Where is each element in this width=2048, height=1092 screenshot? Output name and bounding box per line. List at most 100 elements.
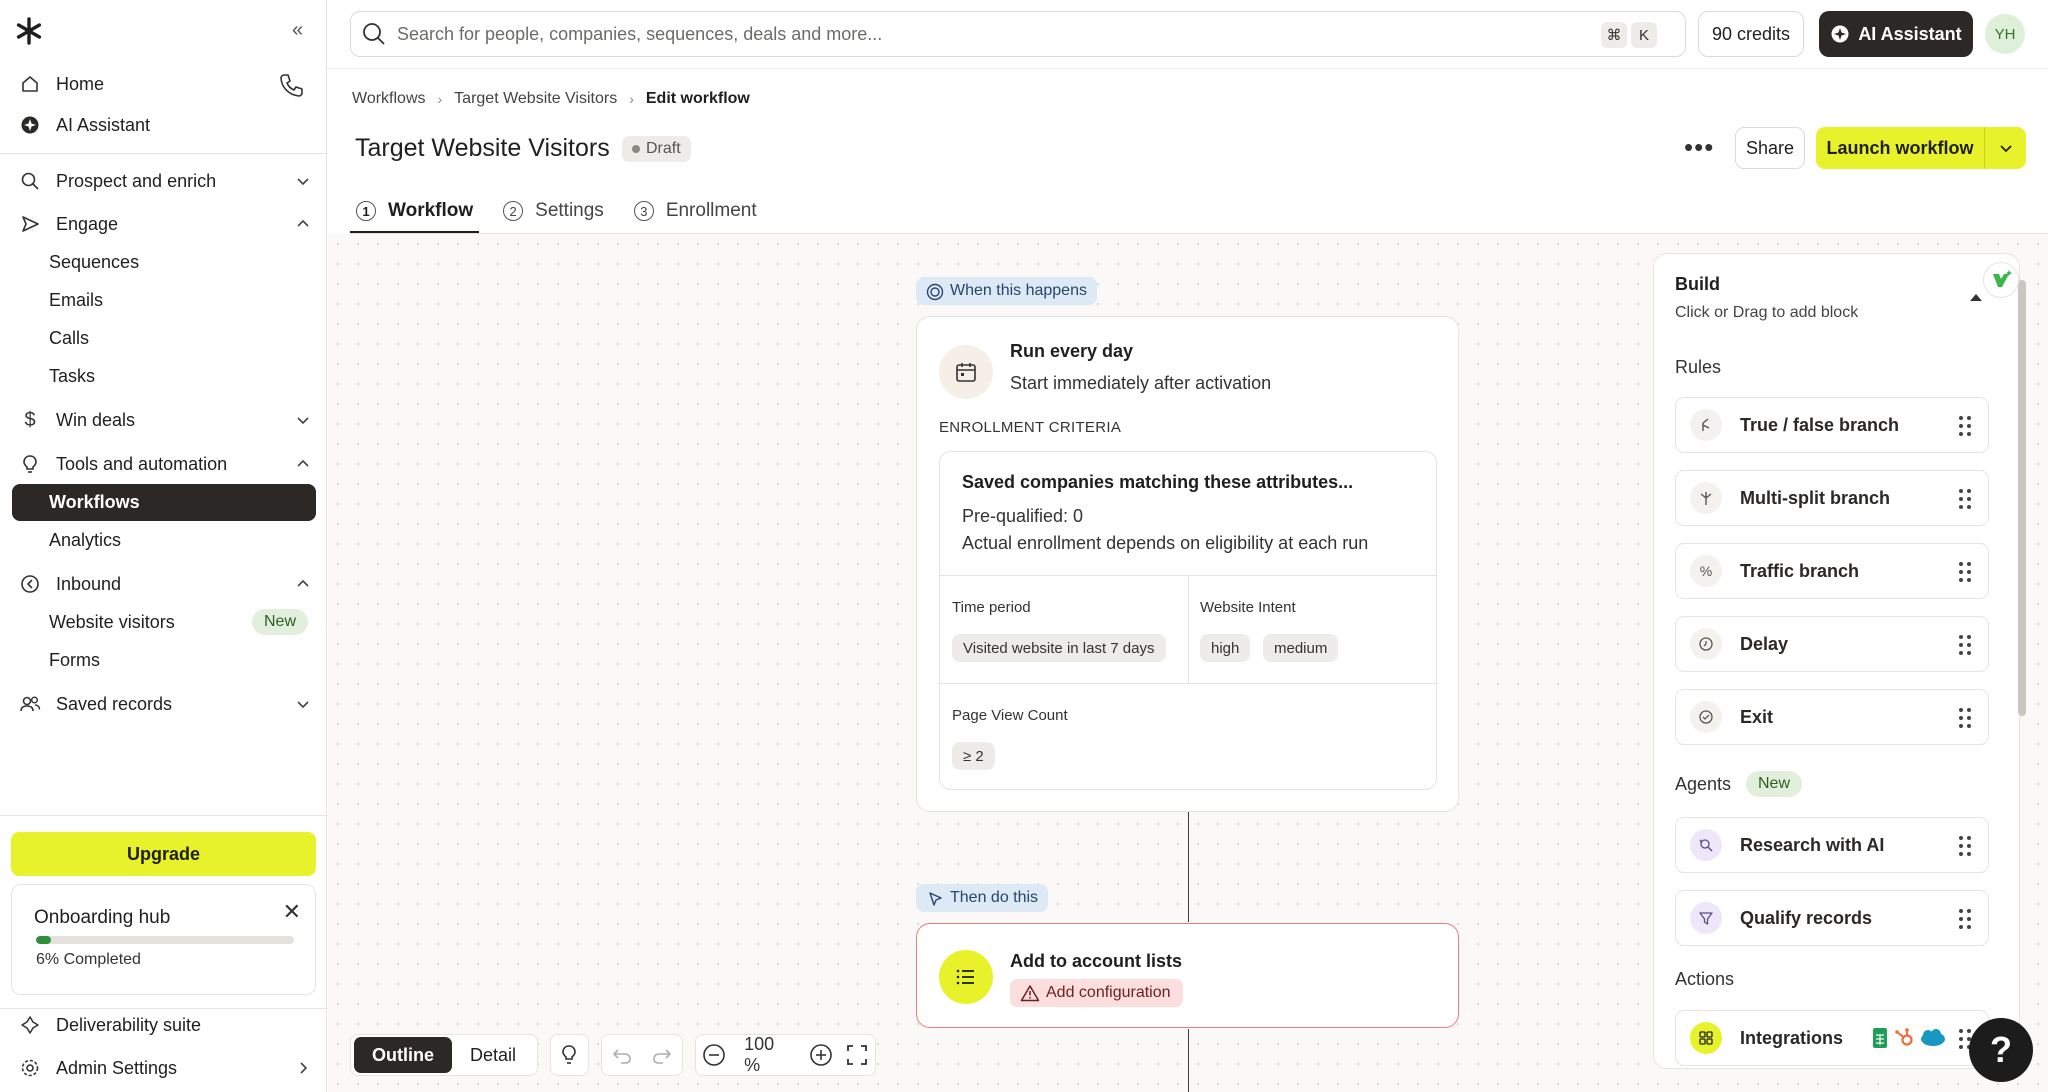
build-panel-scrollbar[interactable] — [2018, 280, 2026, 716]
breadcrumb-workflows[interactable]: Workflows — [352, 90, 426, 108]
block-multi-split-branch[interactable]: Multi-split branch — [1675, 470, 1989, 526]
add-configuration-warning[interactable]: Add configuration — [1010, 979, 1183, 1007]
drag-handle-icon[interactable] — [1958, 908, 1972, 930]
credits-button[interactable]: 90 credits — [1698, 11, 1804, 57]
nav-analytics-label: Analytics — [49, 529, 122, 550]
action-card[interactable]: Add to account lists Add configuration — [916, 923, 1459, 1028]
redo-icon[interactable] — [642, 1035, 682, 1075]
block-traffic-branch[interactable]: % Traffic branch — [1675, 543, 1989, 599]
drag-handle-icon[interactable] — [1958, 707, 1972, 729]
nav-prospect-label: Prospect and enrich — [56, 170, 217, 191]
nav-ai-assistant-label: AI Assistant — [56, 114, 151, 135]
clock-icon — [1690, 628, 1722, 660]
block-delay[interactable]: Delay — [1675, 616, 1989, 672]
nav-prospect[interactable]: Prospect and enrich — [12, 163, 316, 199]
nav-tools[interactable]: Tools and automation — [12, 446, 316, 482]
nav-sequences[interactable]: Sequences — [12, 245, 316, 279]
ai-assistant-button[interactable]: AI Assistant — [1819, 11, 1973, 57]
block-integrations[interactable]: Integrations — [1675, 1010, 1989, 1066]
global-search[interactable]: ⌘ K — [350, 11, 1686, 57]
nav-analytics[interactable]: Analytics — [12, 523, 316, 557]
tab-settings[interactable]: 2 Settings — [497, 190, 610, 232]
undo-icon[interactable] — [602, 1035, 642, 1075]
list-icon — [939, 950, 993, 1004]
tab-number: 2 — [503, 201, 524, 221]
chevron-up-icon — [294, 575, 312, 593]
drag-handle-icon[interactable] — [1958, 634, 1972, 656]
drag-handle-icon[interactable] — [1958, 561, 1972, 583]
nav-tasks[interactable]: Tasks — [12, 359, 316, 393]
trigger-card[interactable]: Run every day Start immediately after ac… — [916, 316, 1459, 812]
brand-logo-icon[interactable] — [14, 16, 44, 46]
nav-emails-label: Emails — [49, 289, 104, 310]
block-label: True / false branch — [1740, 414, 1900, 435]
breadcrumb: Workflows › Target Website Visitors › Ed… — [352, 90, 750, 108]
new-badge: New — [251, 609, 308, 635]
breadcrumb-target-website-visitors[interactable]: Target Website Visitors — [454, 90, 617, 108]
nav-website-visitors[interactable]: Website visitors New — [12, 605, 316, 639]
google-sheets-icon — [1872, 1027, 1888, 1049]
upgrade-button[interactable]: Upgrade — [11, 832, 316, 876]
drag-handle-icon[interactable] — [1958, 415, 1972, 437]
nav-win-deals[interactable]: $ Win deals — [12, 402, 316, 438]
block-label: Qualify records — [1740, 907, 1873, 928]
block-research-with-ai[interactable]: Research with AI — [1675, 817, 1989, 873]
block-exit[interactable]: Exit — [1675, 689, 1989, 745]
phone-icon[interactable] — [278, 72, 304, 98]
onboarding-hub-card[interactable]: Onboarding hub ✕ 6% Completed — [11, 884, 316, 995]
nav-tasks-label: Tasks — [49, 365, 96, 386]
chevron-down-icon — [294, 695, 312, 713]
tips-bulb-icon[interactable] — [550, 1034, 589, 1076]
onboarding-progress-bar — [36, 936, 294, 944]
zoom-value: 100 — [744, 1034, 775, 1054]
target-icon — [926, 283, 944, 301]
block-label: Research with AI — [1740, 834, 1885, 855]
nav-calls[interactable]: Calls — [12, 321, 316, 355]
warning-text: Add configuration — [1046, 984, 1171, 1001]
drag-handle-icon[interactable] — [1958, 835, 1972, 857]
launch-workflow-button[interactable]: Launch workflow — [1816, 138, 1984, 159]
zoom-out-icon[interactable] — [696, 1035, 732, 1075]
tab-workflow[interactable]: 1 Workflow — [350, 190, 480, 234]
enrollment-criteria-box[interactable]: Saved companies matching these attribute… — [939, 451, 1437, 790]
nav-forms[interactable]: Forms — [12, 643, 316, 677]
filter-icon — [1690, 902, 1722, 934]
drag-handle-icon[interactable] — [1958, 488, 1972, 510]
block-true-false-branch[interactable]: True / false branch — [1675, 397, 1989, 453]
chevron-up-icon — [294, 455, 312, 473]
help-button[interactable]: ? — [1969, 1018, 2033, 1082]
block-qualify-records[interactable]: Qualify records — [1675, 890, 1989, 946]
block-label: Integrations — [1740, 1027, 1844, 1048]
history-controls — [600, 1034, 683, 1076]
fit-screen-icon[interactable] — [839, 1035, 875, 1075]
close-icon[interactable]: ✕ — [283, 899, 301, 925]
trigger-subtitle: Start immediately after activation — [1010, 373, 1272, 393]
user-avatar[interactable]: YH — [1985, 14, 2025, 54]
nav-admin-settings[interactable]: Admin Settings — [12, 1050, 316, 1086]
nav-emails[interactable]: Emails — [12, 283, 316, 317]
share-button[interactable]: Share — [1735, 127, 1805, 169]
launch-options-chevron-icon[interactable] — [1984, 127, 2026, 169]
detail-view-button[interactable]: Detail — [452, 1037, 534, 1073]
agents-heading: Agents — [1675, 774, 1732, 794]
search-input[interactable] — [397, 23, 1497, 45]
assistant-brand-icon[interactable] — [1983, 262, 2019, 298]
tab-enrollment[interactable]: 3 Enrollment — [628, 190, 763, 232]
connector-line — [1188, 1029, 1189, 1092]
nav-deliverability[interactable]: Deliverability suite — [12, 1007, 316, 1043]
nav-engage[interactable]: Engage — [12, 206, 316, 242]
page-title[interactable]: Target Website Visitors — [355, 134, 610, 163]
prequalified-count: Pre-qualified: 0 — [962, 506, 1084, 526]
zoom-in-icon[interactable] — [802, 1035, 838, 1075]
time-period-label: Time period — [952, 599, 1031, 616]
nav-home[interactable]: Home — [12, 66, 316, 102]
nav-workflows[interactable]: Workflows — [12, 484, 316, 521]
nav-ai-assistant[interactable]: AI Assistant — [12, 107, 316, 143]
outline-view-button[interactable]: Outline — [354, 1037, 452, 1073]
chevron-up-icon — [294, 215, 312, 233]
collapse-sidebar-icon[interactable]: « — [292, 20, 312, 40]
nav-saved-records[interactable]: Saved records — [12, 686, 316, 722]
more-options-icon[interactable]: ••• — [1684, 132, 1714, 163]
collapse-panel-icon[interactable] — [1970, 294, 1982, 301]
nav-inbound[interactable]: Inbound — [12, 566, 316, 602]
